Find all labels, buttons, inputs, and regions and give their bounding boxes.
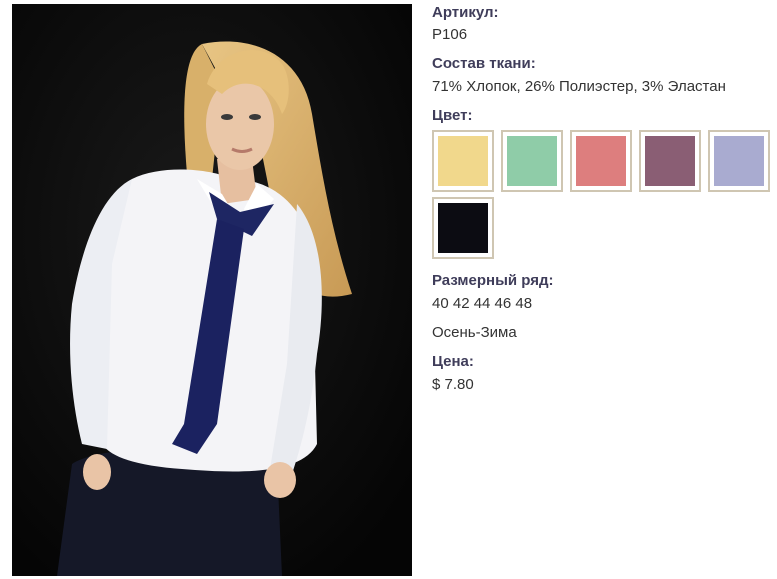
fabric-value: 71% Хлопок, 26% Полиэстер, 3% Эластан <box>432 78 726 95</box>
color-swatch-rose[interactable] <box>570 130 632 192</box>
product-photo <box>12 4 412 576</box>
color-swatch-fill <box>645 136 695 186</box>
sizes-label: Размерный ряд: <box>432 272 554 289</box>
color-swatches <box>432 130 777 259</box>
color-swatch-fill <box>576 136 626 186</box>
color-swatch-fill <box>507 136 557 186</box>
color-swatch-fill <box>438 136 488 186</box>
fabric-label: Состав ткани: <box>432 55 536 72</box>
price-label: Цена: <box>432 353 474 370</box>
color-swatch-black[interactable] <box>432 197 494 259</box>
product-details: Артикул: Р106 Состав ткани: 71% Хлопок, … <box>432 4 772 393</box>
article-value: Р106 <box>432 26 468 43</box>
color-swatch-lavender[interactable] <box>708 130 770 192</box>
color-swatch-fill <box>714 136 764 186</box>
color-label: Цвет: <box>432 107 473 124</box>
color-swatch-mauve[interactable] <box>639 130 701 192</box>
article-label: Артикул: <box>432 4 499 21</box>
color-swatch-fill <box>438 203 488 253</box>
color-swatch-yellow[interactable] <box>432 130 494 192</box>
price-value: $ 7.80 <box>432 376 474 393</box>
color-swatch-mint[interactable] <box>501 130 563 192</box>
season-value: Осень-Зима <box>432 324 517 341</box>
model-image <box>12 4 412 576</box>
sizes-value: 40 42 44 46 48 <box>432 295 533 312</box>
